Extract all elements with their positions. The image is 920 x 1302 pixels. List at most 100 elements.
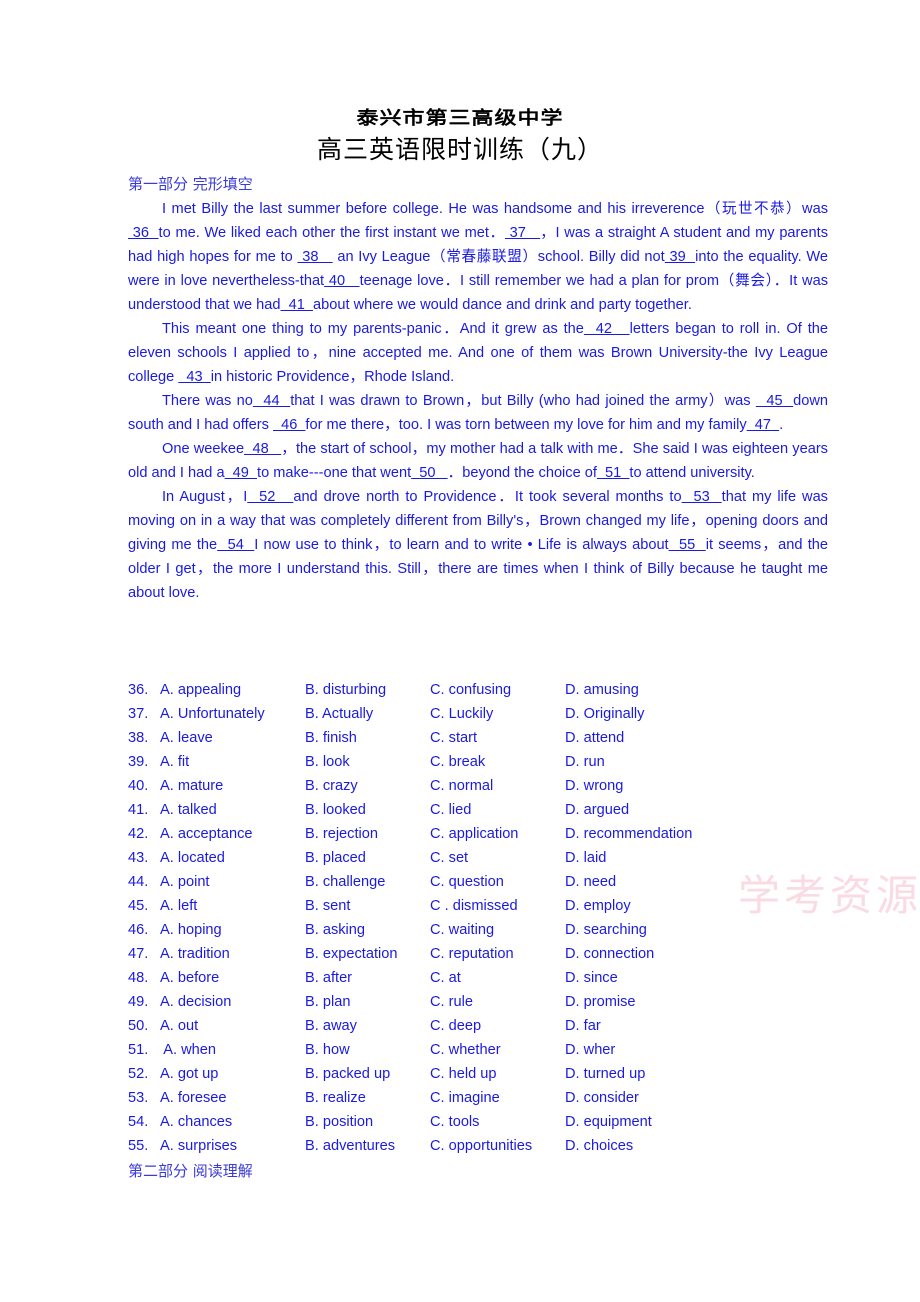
option-choice-c[interactable]: C. at [430,966,565,990]
option-choice-c[interactable]: C. rule [430,990,565,1014]
answer-blank[interactable]: 43 [178,369,210,385]
option-choice-b[interactable]: B. rejection [305,822,430,846]
option-choice-c[interactable]: C. set [430,846,565,870]
option-choice-a[interactable]: A. foresee [160,1086,305,1110]
answer-blank[interactable]: 48 [244,441,281,457]
option-choice-d[interactable]: D. recommendation [565,822,745,846]
option-choice-d[interactable]: D. argued [565,798,745,822]
option-choice-a[interactable]: A. talked [160,798,305,822]
option-choice-c[interactable]: C. imagine [430,1086,565,1110]
option-choice-b[interactable]: B. crazy [305,774,430,798]
option-choice-c[interactable]: C. confusing [430,678,565,702]
option-choice-b[interactable]: B. position [305,1110,430,1134]
option-choice-c[interactable]: C. waiting [430,918,565,942]
option-choice-a[interactable]: A. point [160,870,305,894]
option-choice-a[interactable]: A. before [160,966,305,990]
option-choice-b[interactable]: B. challenge [305,870,430,894]
option-choice-a[interactable]: A. located [160,846,305,870]
option-choice-b[interactable]: B. finish [305,726,430,750]
answer-blank[interactable]: 51 [597,465,629,481]
option-choice-d[interactable]: D. turned up [565,1062,745,1086]
option-choice-c[interactable]: C. question [430,870,565,894]
answer-blank[interactable]: 55 [669,537,706,553]
option-choice-b[interactable]: B. disturbing [305,678,430,702]
option-choice-a[interactable]: A. leave [160,726,305,750]
option-choice-d[interactable]: D. attend [565,726,745,750]
answer-blank[interactable]: 53 [682,489,722,505]
option-choice-a[interactable]: A. chances [160,1110,305,1134]
answer-blank[interactable]: 38 [298,249,333,265]
option-choice-d[interactable]: D. laid [565,846,745,870]
option-choice-c[interactable]: C. start [430,726,565,750]
answer-blank[interactable]: 37 [505,225,540,241]
option-choice-c[interactable]: C. break [430,750,565,774]
option-choice-b[interactable]: B. adventures [305,1134,430,1158]
answer-blank[interactable]: 40 [324,273,359,289]
option-choice-c[interactable]: C. lied [430,798,565,822]
option-choice-c[interactable]: C. whether [430,1038,565,1062]
option-choice-b[interactable]: B. plan [305,990,430,1014]
option-choice-d[interactable]: D. far [565,1014,745,1038]
option-choice-b[interactable]: B. how [305,1038,430,1062]
option-choice-a[interactable]: A. fit [160,750,305,774]
option-choice-d[interactable]: D. wrong [565,774,745,798]
option-choice-c[interactable]: C. opportunities [430,1134,565,1158]
option-choice-d[interactable]: D. connection [565,942,745,966]
answer-blank[interactable]: 47 [747,417,779,433]
option-choice-c[interactable]: C. reputation [430,942,565,966]
option-choice-c[interactable]: C. normal [430,774,565,798]
option-choice-d[interactable]: D. consider [565,1086,745,1110]
option-choice-b[interactable]: B. placed [305,846,430,870]
option-choice-b[interactable]: B. away [305,1014,430,1038]
answer-blank[interactable]: 44 [253,393,290,409]
option-choice-a[interactable]: A. out [160,1014,305,1038]
option-choice-a[interactable]: A. when [160,1038,305,1062]
answer-blank[interactable]: 49 [225,465,257,481]
option-choice-c[interactable]: C. application [430,822,565,846]
option-choice-c[interactable]: C. Luckily [430,702,565,726]
option-choice-d[interactable]: D. need [565,870,745,894]
option-choice-d[interactable]: D. wher [565,1038,745,1062]
answer-blank[interactable]: 50 [411,465,448,481]
option-choice-b[interactable]: B. asking [305,918,430,942]
option-choice-a[interactable]: A. got up [160,1062,305,1086]
option-choice-d[interactable]: D. equipment [565,1110,745,1134]
answer-blank[interactable]: 45 [756,393,793,409]
answer-blank[interactable]: 39 [665,249,695,265]
option-choice-b[interactable]: B. realize [305,1086,430,1110]
option-choice-a[interactable]: A. acceptance [160,822,305,846]
option-choice-b[interactable]: B. after [305,966,430,990]
option-choice-c[interactable]: C. deep [430,1014,565,1038]
answer-blank[interactable]: 36 [128,225,159,241]
option-choice-a[interactable]: A. Unfortunately [160,702,305,726]
option-choice-a[interactable]: A. decision [160,990,305,1014]
answer-blank[interactable]: 41 [281,297,313,313]
option-choice-c[interactable]: C. tools [430,1110,565,1134]
option-choice-a[interactable]: A. appealing [160,678,305,702]
option-choice-d[interactable]: D. Originally [565,702,745,726]
option-choice-a[interactable]: A. hoping [160,918,305,942]
option-choice-b[interactable]: B. looked [305,798,430,822]
option-choice-d[interactable]: D. searching [565,918,745,942]
option-choice-c[interactable]: C . dismissed [430,894,565,918]
option-choice-d[interactable]: D. promise [565,990,745,1014]
option-choice-a[interactable]: A. mature [160,774,305,798]
answer-blank[interactable]: 42 [584,321,630,337]
option-choice-d[interactable]: D. since [565,966,745,990]
option-choice-d[interactable]: D. run [565,750,745,774]
option-choice-b[interactable]: B. look [305,750,430,774]
option-choice-b[interactable]: B. sent [305,894,430,918]
option-choice-c[interactable]: C. held up [430,1062,565,1086]
option-choice-b[interactable]: B. expectation [305,942,430,966]
option-choice-a[interactable]: A. tradition [160,942,305,966]
answer-blank[interactable]: 46 [273,417,305,433]
option-choice-d[interactable]: D. choices [565,1134,745,1158]
option-choice-b[interactable]: B. packed up [305,1062,430,1086]
answer-blank[interactable]: 54 [217,537,254,553]
option-choice-d[interactable]: D. amusing [565,678,745,702]
option-choice-d[interactable]: D. employ [565,894,745,918]
option-choice-a[interactable]: A. left [160,894,305,918]
answer-blank[interactable]: 52 [247,489,293,505]
option-choice-a[interactable]: A. surprises [160,1134,305,1158]
option-choice-b[interactable]: B. Actually [305,702,430,726]
